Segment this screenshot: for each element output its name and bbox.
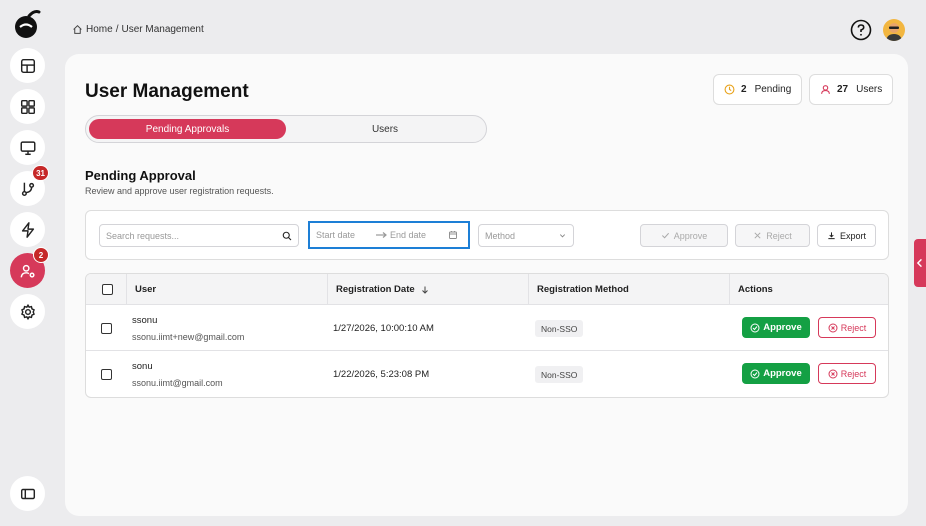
approve-label: Approve: [763, 368, 802, 379]
calendar-icon[interactable]: [448, 230, 458, 240]
sidebar-item-layout[interactable]: [10, 48, 45, 83]
header-registration-method: Registration Method: [528, 274, 730, 305]
date-range-picker[interactable]: Start date End date: [308, 221, 470, 249]
reject-button[interactable]: Reject: [818, 317, 876, 338]
pending-count: 2: [741, 84, 747, 95]
chevron-down-icon: [559, 234, 566, 238]
git-badge: 31: [32, 165, 49, 181]
chevron-left-icon: [916, 258, 922, 268]
reject-button[interactable]: Reject: [818, 363, 876, 384]
bulk-reject-button[interactable]: Reject: [735, 224, 810, 247]
row-checkbox[interactable]: [101, 369, 112, 380]
grid-icon: [20, 99, 35, 114]
header-registration-date[interactable]: Registration Date: [327, 274, 529, 305]
user-management-badge: 2: [33, 247, 49, 263]
x-circle-icon: [828, 369, 838, 378]
breadcrumb-home[interactable]: Home: [86, 24, 113, 35]
user-name: ssonu: [132, 315, 158, 326]
export-label: Export: [839, 230, 866, 241]
sidebar-item-user-management[interactable]: 2: [10, 247, 49, 288]
header-registration-date-label: Registration Date: [336, 284, 415, 295]
git-icon: [21, 182, 34, 196]
approve-label: Approve: [763, 322, 802, 333]
registration-date: 1/27/2026, 10:00:10 AM: [333, 323, 434, 334]
pending-label: Pending: [754, 84, 792, 95]
avatar[interactable]: [883, 19, 905, 41]
users-stat[interactable]: 27 Users: [809, 74, 894, 105]
registration-date: 1/22/2026, 5:23:08 PM: [333, 369, 430, 380]
reject-label: Reject: [840, 368, 867, 379]
bolt-icon: [21, 221, 34, 238]
approve-button[interactable]: Approve: [742, 363, 810, 384]
sidebar: 31 2: [0, 0, 54, 526]
sidebar-toggle-button[interactable]: [10, 476, 45, 511]
export-button[interactable]: Export: [817, 224, 876, 247]
user-email: ssonu.iimt@gmail.com: [132, 378, 223, 388]
sidebar-item-git[interactable]: 31: [10, 165, 49, 206]
check-circle-icon: [750, 369, 760, 378]
sidebar-item-settings[interactable]: [10, 294, 45, 329]
section-title: Pending Approval: [85, 168, 196, 183]
arrow-right-icon: [376, 232, 387, 238]
sort-down-icon[interactable]: [420, 285, 430, 295]
table-row: ssonu ssonu.iimt+new@gmail.com 1/27/2026…: [86, 305, 888, 351]
help-icon[interactable]: [850, 19, 872, 41]
sidebar-item-bolt[interactable]: [10, 212, 45, 247]
main-panel: User Management 2 Pending 27 Users Pendi…: [65, 54, 908, 516]
row-checkbox[interactable]: [101, 323, 112, 334]
breadcrumb-separator: /: [115, 24, 119, 35]
filter-bar: Start date End date Method Approve Rejec…: [85, 210, 889, 260]
reject-label: Reject: [840, 322, 867, 333]
method-select[interactable]: Method: [478, 224, 574, 247]
users-count: 27: [837, 84, 849, 95]
search-icon[interactable]: [282, 231, 292, 241]
bulk-approve-label: Approve: [673, 230, 708, 241]
pending-stat[interactable]: 2 Pending: [713, 74, 803, 105]
close-icon: [754, 232, 761, 239]
page-title: User Management: [85, 81, 249, 102]
header-user: User: [126, 274, 328, 305]
avatar-image: [886, 23, 902, 41]
panel-toggle-icon: [20, 488, 35, 499]
approve-button[interactable]: Approve: [742, 317, 810, 338]
user-email: ssonu.iimt+new@gmail.com: [132, 332, 245, 342]
start-date-field[interactable]: Start date: [316, 230, 374, 240]
check-circle-icon: [750, 323, 760, 332]
table-header: User Registration Date Registration Meth…: [86, 274, 888, 305]
search-input[interactable]: [106, 230, 266, 241]
tab-users[interactable]: Users: [286, 119, 484, 139]
monitor-icon: [20, 140, 35, 155]
download-icon: [828, 232, 835, 240]
method-badge: Non-SSO: [535, 366, 584, 383]
user-icon: [821, 85, 830, 94]
bulk-reject-label: Reject: [766, 230, 792, 241]
search-box: [99, 224, 299, 247]
app-logo[interactable]: [11, 8, 43, 40]
tab-pending-approvals[interactable]: Pending Approvals: [89, 119, 286, 139]
user-name: sonu: [132, 361, 153, 372]
header-actions: Actions: [729, 274, 888, 305]
breadcrumb: Home / User Management: [72, 24, 204, 35]
end-date-field[interactable]: End date: [390, 230, 448, 240]
select-all-checkbox[interactable]: [102, 284, 113, 295]
sidebar-item-monitor[interactable]: [10, 130, 45, 165]
method-select-placeholder: Method: [485, 230, 516, 241]
x-circle-icon: [828, 323, 838, 332]
gear-icon: [20, 303, 35, 320]
side-panel-handle[interactable]: [914, 239, 926, 287]
home-icon[interactable]: [72, 24, 83, 35]
clock-icon: [724, 84, 735, 95]
section-subtitle: Review and approve user registration req…: [85, 186, 274, 196]
users-label: Users: [856, 84, 883, 95]
sidebar-item-grid[interactable]: [10, 89, 45, 124]
layout-icon: [20, 58, 35, 73]
check-icon: [661, 232, 669, 239]
breadcrumb-current: User Management: [121, 24, 204, 35]
bulk-approve-button[interactable]: Approve: [640, 224, 728, 247]
table-row: sonu ssonu.iimt@gmail.com 1/22/2026, 5:2…: [86, 351, 888, 397]
user-settings-icon: [20, 264, 35, 278]
pending-table: User Registration Date Registration Meth…: [85, 273, 889, 398]
tab-bar: Pending Approvals Users: [85, 115, 487, 143]
method-badge: Non-SSO: [535, 320, 584, 337]
